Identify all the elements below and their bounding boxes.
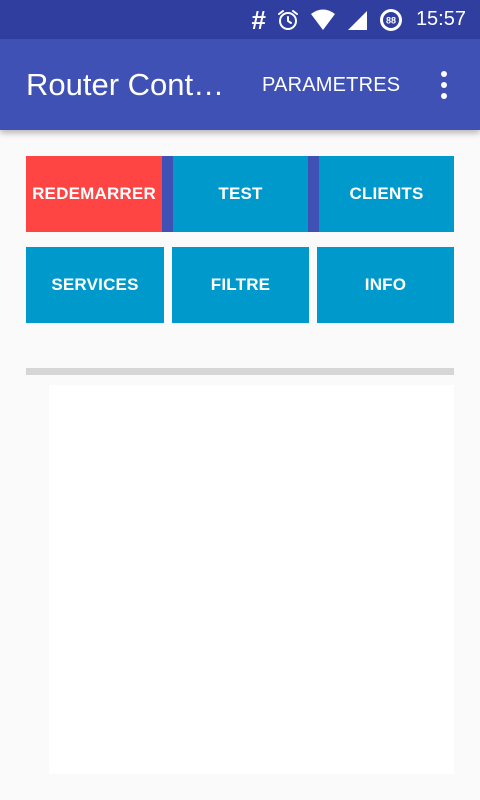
wifi-icon — [310, 8, 336, 32]
battery-level: 88 — [386, 15, 396, 25]
section-divider — [26, 368, 454, 375]
app-title: Router Cont… — [26, 67, 225, 102]
clients-button[interactable]: CLIENTS — [319, 156, 454, 232]
app-bar: Router Cont… PARAMETRES — [0, 39, 480, 130]
hash-icon: # — [251, 4, 266, 35]
status-bar: # 88 15:57 — [0, 0, 480, 39]
button-separator — [308, 156, 319, 232]
button-separator — [162, 156, 173, 232]
info-button[interactable]: INFO — [317, 247, 454, 323]
content-panel — [49, 385, 454, 774]
redemarrer-button[interactable]: REDEMARRER — [26, 156, 162, 232]
parametres-button[interactable]: PARAMETRES — [262, 73, 400, 97]
more-vert-icon[interactable] — [432, 71, 456, 99]
signal-icon — [346, 8, 368, 32]
services-button[interactable]: SERVICES — [26, 247, 164, 323]
alarm-icon — [276, 8, 300, 32]
filtre-button[interactable]: FILTRE — [172, 247, 309, 323]
test-button[interactable]: TEST — [173, 156, 308, 232]
status-time: 15:57 — [415, 8, 466, 30]
battery-icon: 88 — [378, 8, 404, 32]
